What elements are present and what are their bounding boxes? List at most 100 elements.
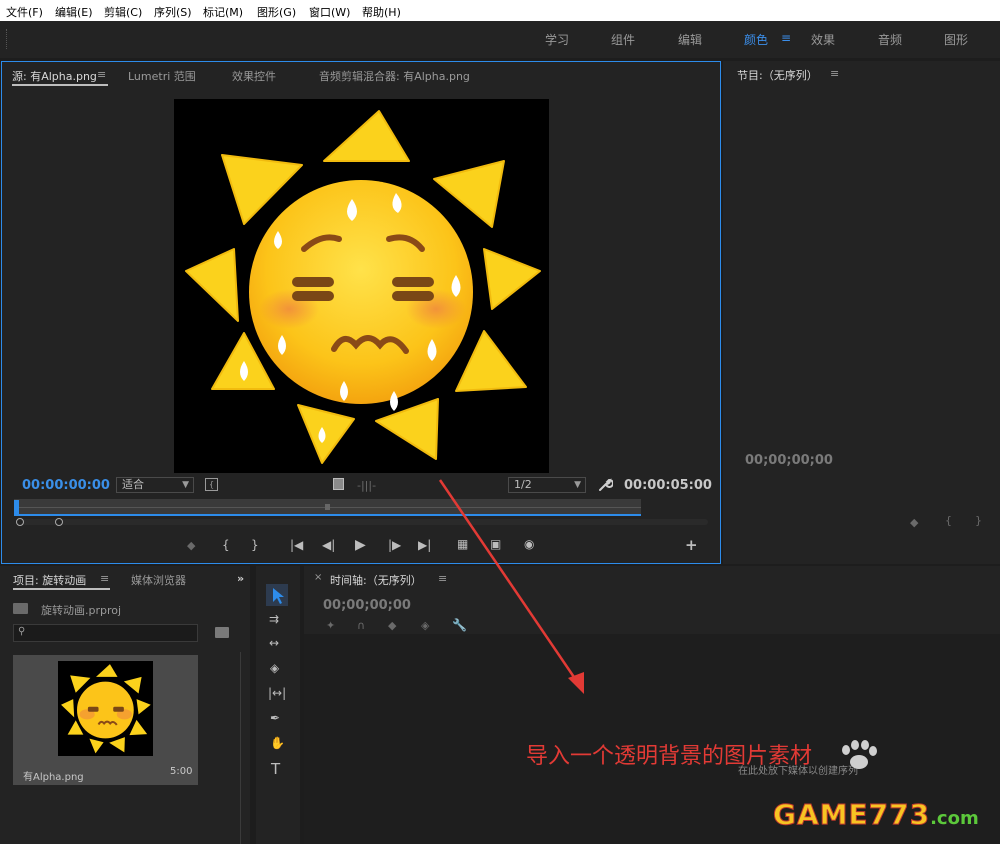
source-preview-frame — [174, 99, 549, 473]
fit-dropdown[interactable]: 适合 ▼ — [116, 477, 194, 493]
tab-project[interactable]: 项目: 旋转动画 — [13, 572, 86, 588]
project-folder-icon — [13, 603, 28, 614]
menu-help[interactable]: 帮助(H) — [362, 4, 401, 20]
tab-media-browser[interactable]: 媒体浏览器 — [131, 572, 186, 588]
panel-scrollbar[interactable] — [240, 652, 241, 844]
overwrite-icon[interactable]: ▣ — [490, 537, 501, 551]
program-menu-icon[interactable]: ≡ — [830, 67, 839, 80]
clip-duration: 5:00 — [170, 766, 193, 777]
razor-tool-icon[interactable]: ◈ — [270, 661, 279, 675]
mark-in-icon[interactable]: { — [222, 538, 230, 552]
tab-audio-clip-mixer[interactable]: 音频剪辑混合器: 有Alpha.png — [319, 68, 470, 84]
menu-window[interactable]: 窗口(W) — [309, 4, 350, 20]
tab-lumetri-scopes[interactable]: Lumetri 范围 — [128, 68, 196, 84]
track-select-tool-icon[interactable]: ⇉ — [269, 612, 279, 626]
fit-dropdown-label: 适合 — [122, 478, 144, 491]
active-tab-underline — [13, 588, 110, 590]
workspace-graphics[interactable]: 图形 — [944, 31, 968, 48]
sun-thumbnail-image — [61, 664, 151, 754]
workspace-bar: 学习 组件 编辑 颜色 ≡ 效果 音频 图形 — [0, 21, 1000, 58]
add-marker-icon[interactable]: ◆ — [187, 539, 195, 552]
pen-tool-icon[interactable]: ✒ — [270, 711, 280, 725]
type-tool-icon[interactable]: T — [271, 760, 280, 778]
watermark-com: .com — [930, 808, 979, 829]
drag-audio-icon[interactable]: -|||- — [357, 479, 376, 492]
project-search-input[interactable]: ⚲ — [13, 624, 198, 642]
snap-icon[interactable]: ✦ — [326, 619, 335, 632]
more-panels-icon[interactable]: » — [237, 572, 244, 585]
menu-bar: 文件(F) 编辑(E) 剪辑(C) 序列(S) 标记(M) 图形(G) 窗口(W… — [0, 0, 1000, 21]
search-icon: ⚲ — [18, 626, 26, 637]
tab-program[interactable]: 节目:（无序列） — [737, 67, 818, 83]
add-marker-icon[interactable]: ◆ — [388, 619, 396, 632]
timeline-menu-icon[interactable]: ≡ — [438, 572, 447, 585]
menu-sequence[interactable]: 序列(S) — [154, 4, 192, 20]
zoom-scrollbar[interactable] — [16, 519, 708, 525]
insert-icon[interactable]: ▦ — [457, 537, 468, 551]
hand-tool-icon[interactable]: ✋ — [270, 736, 285, 750]
menu-file[interactable]: 文件(F) — [6, 4, 43, 20]
workspace-effects[interactable]: 效果 — [811, 31, 835, 48]
source-timecode-out: 00:00:05:00 — [624, 478, 712, 493]
resolution-dropdown[interactable]: 1/2 ▼ — [508, 477, 586, 493]
slip-tool-icon[interactable]: |↔| — [268, 686, 286, 700]
drag-video-icon[interactable] — [333, 478, 344, 490]
project-file-name: 旋转动画.prproj — [41, 604, 122, 617]
go-to-in-icon[interactable]: |◀ — [290, 538, 303, 552]
program-mark-in-icon[interactable]: { — [945, 514, 952, 527]
resolution-label: 1/2 — [514, 478, 532, 491]
program-timecode[interactable]: 00;00;00;00 — [745, 453, 833, 468]
insert-marker-icon[interactable]: { — [205, 478, 218, 491]
playhead[interactable] — [14, 500, 19, 514]
source-tab-menu-icon[interactable]: ≡ — [97, 68, 106, 81]
zoom-handle-right[interactable] — [55, 518, 63, 526]
tab-source[interactable]: 源: 有Alpha.png — [12, 68, 97, 84]
export-frame-icon[interactable]: ◉ — [524, 537, 534, 551]
selection-arrow-icon — [273, 588, 284, 604]
source-timecode-in[interactable]: 00:00:00:00 — [22, 478, 110, 493]
play-icon[interactable]: ▶ — [355, 537, 366, 553]
timeline-close-icon[interactable]: × — [314, 572, 322, 583]
clip-name: 有Alpha.png — [23, 772, 84, 783]
program-mark-out-icon[interactable]: } — [975, 514, 982, 527]
ripple-edit-tool-icon[interactable]: ↔ — [269, 636, 279, 650]
marker-icon[interactable]: ◈ — [421, 619, 429, 632]
selection-tool-button[interactable] — [266, 584, 288, 606]
workspace-learn[interactable]: 学习 — [545, 31, 569, 48]
project-panel: 项目: 旋转动画 ≡ 媒体浏览器 » 旋转动画.prproj ⚲ 有Alpha.… — [0, 566, 250, 844]
menu-clip[interactable]: 剪辑(C) — [104, 4, 142, 20]
annotation-text: 导入一个透明背景的图片素材 — [526, 744, 813, 769]
step-back-icon[interactable]: ◀| — [322, 538, 335, 552]
sun-emoji-image — [185, 110, 541, 464]
timeline-settings-icon[interactable]: 🔧 — [452, 618, 467, 632]
tools-panel: ⇉ ↔ ◈ |↔| ✒ ✋ T — [256, 566, 300, 844]
menu-graphics[interactable]: 图形(G) — [257, 4, 296, 20]
linked-selection-icon[interactable]: ∩ — [357, 619, 365, 632]
chevron-down-icon: ▼ — [574, 480, 581, 490]
chevron-down-icon: ▼ — [182, 480, 189, 490]
go-to-out-icon[interactable]: ▶| — [418, 538, 431, 552]
clip-thumbnail-card[interactable]: 有Alpha.png 5:00 — [13, 655, 198, 785]
timeline-timecode[interactable]: 00;00;00;00 — [323, 598, 411, 613]
mark-out-icon[interactable]: } — [251, 538, 259, 552]
grip-icon — [6, 29, 8, 49]
workspace-editing[interactable]: 编辑 — [678, 31, 702, 48]
program-monitor-panel: 节目:（无序列） ≡ 00;00;00;00 ◆ { } — [723, 61, 1000, 564]
wrench-icon[interactable] — [598, 477, 613, 492]
workspace-assembly[interactable]: 组件 — [611, 31, 635, 48]
source-monitor-panel: 源: 有Alpha.png ≡ Lumetri 范围 效果控件 音频剪辑混合器:… — [1, 61, 721, 564]
zoom-handle-left[interactable] — [16, 518, 24, 526]
workspace-audio[interactable]: 音频 — [878, 31, 902, 48]
program-marker-icon[interactable]: ◆ — [910, 516, 918, 529]
watermark-game: GAME773 — [772, 798, 931, 832]
workspace-color[interactable]: 颜色 — [744, 31, 768, 48]
menu-edit[interactable]: 编辑(E) — [55, 4, 93, 20]
menu-marker[interactable]: 标记(M) — [203, 4, 243, 20]
tab-timeline[interactable]: 时间轴:（无序列） — [330, 572, 422, 588]
project-menu-icon[interactable]: ≡ — [100, 572, 109, 585]
tab-effect-controls[interactable]: 效果控件 — [232, 68, 276, 84]
workspace-menu-icon[interactable]: ≡ — [781, 31, 791, 45]
find-bin-icon[interactable] — [215, 627, 229, 638]
step-forward-icon[interactable]: |▶ — [388, 538, 401, 552]
add-button-icon[interactable]: + — [685, 536, 698, 554]
